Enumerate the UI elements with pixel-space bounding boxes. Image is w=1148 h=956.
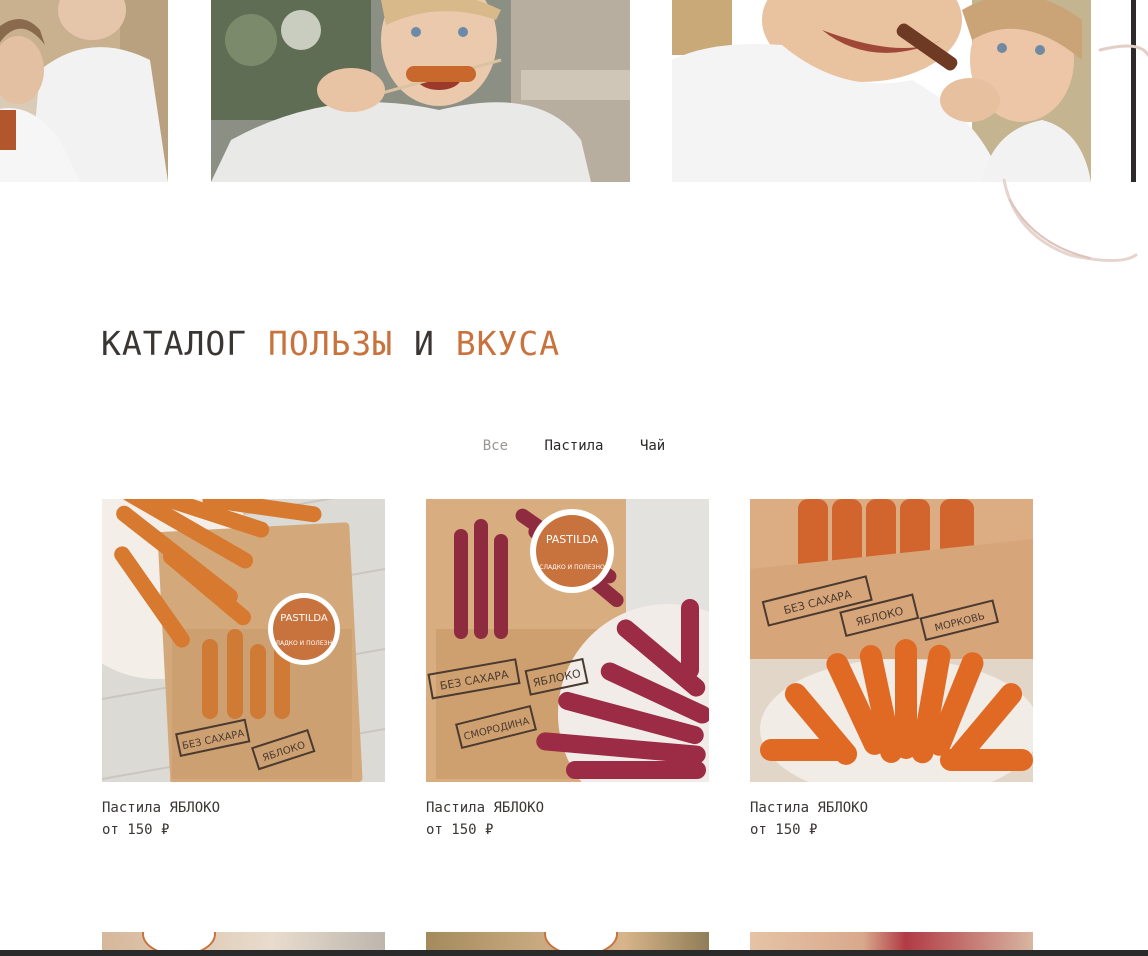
decorative-swirl — [1002, 44, 1148, 262]
product-card[interactable]: PASTILDA СЛАДКО И ПОЛЕЗНО БЕЗ САХАРА ЯБЛ… — [426, 499, 709, 838]
tab-all[interactable]: Все — [483, 438, 508, 454]
catalog-title: КАТАЛОГ ПОЛЬЗЫ И ВКУСА — [101, 324, 560, 363]
family-photo-left — [0, 0, 168, 182]
product-card-next-row[interactable] — [750, 932, 1033, 950]
bottom-bar — [0, 950, 1148, 956]
product-name[interactable]: Пастила ЯБЛОКО — [102, 800, 385, 816]
seal-tagline: СЛАДКО И ПОЛЕЗНО — [271, 640, 337, 647]
product-card[interactable]: PASTILDA СЛАДКО И ПОЛЕЗНО БЕЗ САХАРА ЯБЛ… — [102, 499, 385, 838]
product-image[interactable]: БЕЗ САХАРА ЯБЛОКО МОРКОВЬ — [750, 499, 1033, 782]
tab-tea[interactable]: Чай — [640, 438, 665, 454]
tab-pastila[interactable]: Пастила — [544, 438, 603, 454]
product-image[interactable]: PASTILDA СЛАДКО И ПОЛЕЗНО БЕЗ САХАРА ЯБЛ… — [426, 499, 709, 782]
catalog-filter-tabs: Все Пастила Чай — [0, 438, 1148, 454]
product-name[interactable]: Пастила ЯБЛОКО — [426, 800, 709, 816]
product-price: от 150 ₽ — [102, 822, 170, 838]
seal-logo — [544, 932, 618, 950]
product-image[interactable]: PASTILDA СЛАДКО И ПОЛЕЗНО БЕЗ САХАРА ЯБЛ… — [102, 499, 385, 782]
product-card-next-row[interactable] — [102, 932, 385, 950]
seal-tagline: СЛАДКО И ПОЛЕЗНО — [539, 564, 605, 571]
seal-logo — [142, 932, 216, 950]
catalog-title-accent2: ВКУСА — [455, 324, 561, 363]
product-price: от 150 ₽ — [750, 822, 818, 838]
seal-brand: PASTILDA — [280, 613, 328, 624]
product-card-next-row[interactable] — [426, 932, 709, 950]
seal-brand: PASTILDA — [546, 533, 599, 546]
product-price: от 150 ₽ — [426, 822, 494, 838]
product-name[interactable]: Пастила ЯБЛОКО — [750, 800, 1033, 816]
product-card[interactable]: БЕЗ САХАРА ЯБЛОКО МОРКОВЬ Пастила ЯБЛОКО… — [750, 499, 1033, 838]
catalog-title-part2: И — [393, 324, 456, 363]
boy-eating-photo — [211, 0, 630, 182]
catalog-title-accent1: ПОЛЬЗЫ — [267, 324, 394, 363]
catalog-title-part1: КАТАЛОГ — [101, 324, 268, 363]
